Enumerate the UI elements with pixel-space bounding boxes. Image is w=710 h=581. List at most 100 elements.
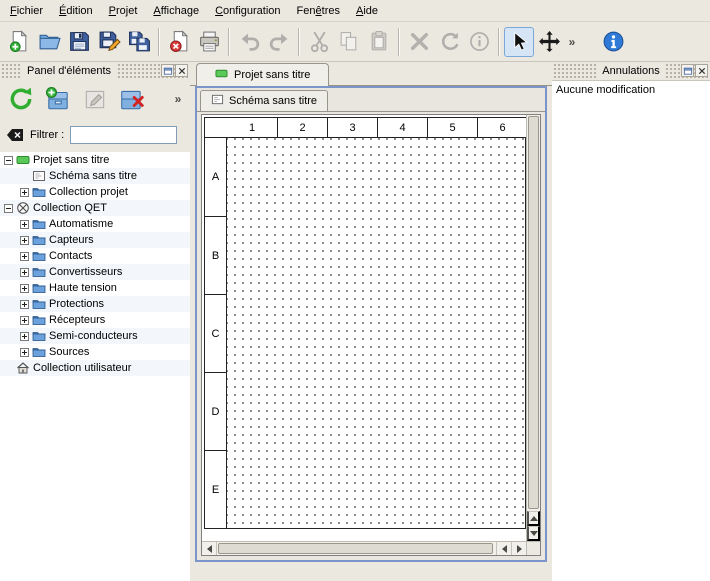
tree-item-projet-sans-titre[interactable]: Projet sans titre xyxy=(0,152,190,168)
drawer-red-cross-icon xyxy=(119,86,145,112)
row-header: D xyxy=(205,372,227,450)
about-button[interactable] xyxy=(598,27,628,57)
float-dock-button[interactable] xyxy=(161,64,174,77)
tree-item-capteurs[interactable]: Capteurs xyxy=(0,232,190,248)
expand-expander[interactable] xyxy=(20,332,29,341)
expand-expander[interactable] xyxy=(20,252,29,261)
panel-extension-button[interactable]: » xyxy=(171,85,185,113)
tree-item-convertisseurs[interactable]: Convertisseurs xyxy=(0,264,190,280)
arrow-right-icon xyxy=(517,545,522,553)
expand-expander[interactable] xyxy=(20,188,29,197)
tree-item-protections[interactable]: Protections xyxy=(0,296,190,312)
tree-item-schema-sans-titre[interactable]: Schéma sans titre xyxy=(0,168,190,184)
tree-item-automatisme[interactable]: Automatisme xyxy=(0,216,190,232)
column-header: 4 xyxy=(377,118,427,138)
menu-projet[interactable]: Projet xyxy=(101,2,146,20)
arrow-up-icon xyxy=(530,516,538,521)
expand-expander[interactable] xyxy=(20,236,29,245)
new-element-button[interactable] xyxy=(42,83,74,115)
tree-item-collection-projet[interactable]: Collection projet xyxy=(0,184,190,200)
undo-history-list[interactable]: Aucune modification xyxy=(552,80,710,581)
save-button[interactable] xyxy=(64,27,94,57)
scroll-up-button[interactable] xyxy=(527,511,540,526)
menu-configuration[interactable]: Configuration xyxy=(207,2,288,20)
vertical-scrollbar[interactable] xyxy=(526,115,540,541)
row-header: A xyxy=(205,138,227,216)
menu-edition[interactable]: Édition xyxy=(51,2,101,20)
tree-item-contacts[interactable]: Contacts xyxy=(0,248,190,264)
expand-expander[interactable] xyxy=(20,316,29,325)
tree-item-sources[interactable]: Sources xyxy=(0,344,190,360)
folder-icon xyxy=(32,265,46,279)
scroll-left-button[interactable] xyxy=(202,542,217,555)
copy-pages-icon xyxy=(338,30,361,53)
tab-projet-sans-titre[interactable]: Projet sans titre xyxy=(196,63,329,86)
float-icon xyxy=(683,66,693,76)
undo-dock-header[interactable]: Annulations xyxy=(552,62,710,80)
folder-icon xyxy=(32,233,46,247)
tree-item-label: Haute tension xyxy=(49,282,117,294)
expand-expander[interactable] xyxy=(20,284,29,293)
select-mode-button[interactable] xyxy=(504,27,534,57)
horizontal-scrollbar[interactable] xyxy=(202,541,526,555)
open-file-button[interactable] xyxy=(34,27,64,57)
float-icon xyxy=(163,66,173,76)
delete-element-button[interactable] xyxy=(116,83,148,115)
schema-icon xyxy=(211,93,224,109)
close-dock-button[interactable] xyxy=(175,64,188,77)
clear-filter-button[interactable] xyxy=(6,128,24,142)
pan-mode-button[interactable] xyxy=(534,27,564,57)
conductor-info-button xyxy=(464,27,494,57)
folder-open-icon xyxy=(38,30,61,53)
toolbar-extension-button[interactable]: » xyxy=(564,28,580,56)
save-as-button[interactable] xyxy=(94,27,124,57)
project-icon xyxy=(215,67,228,83)
diagram-view[interactable]: 1 2 3 4 5 6 A B C D E xyxy=(201,114,541,556)
filter-input[interactable] xyxy=(70,126,177,144)
scroll-left-button-2[interactable] xyxy=(496,542,511,555)
expand-expander[interactable] xyxy=(20,300,29,309)
row-header: C xyxy=(205,294,227,372)
menu-aide[interactable]: Aide xyxy=(348,2,386,20)
vertical-scrollbar-thumb[interactable] xyxy=(528,116,539,509)
tree-item-label: Automatisme xyxy=(49,218,113,230)
printer-icon xyxy=(198,30,221,53)
tree-item-haute-tension[interactable]: Haute tension xyxy=(0,280,190,296)
rotate-button xyxy=(434,27,464,57)
collapse-expander[interactable] xyxy=(4,204,13,213)
drawer-plus-icon xyxy=(45,86,71,112)
scroll-down-button[interactable] xyxy=(527,526,540,541)
float-dock-button[interactable] xyxy=(681,64,694,77)
clear-filter-icon xyxy=(6,128,24,142)
print-button[interactable] xyxy=(194,27,224,57)
tree-item-collection-utilisateur[interactable]: Collection utilisateur xyxy=(0,360,190,376)
undo-list-item[interactable]: Aucune modification xyxy=(552,81,710,99)
menu-fenetres[interactable]: Fenêtres xyxy=(289,2,348,20)
tree-item-label: Projet sans titre xyxy=(33,154,109,166)
expand-expander[interactable] xyxy=(20,220,29,229)
project-tabbar: Projet sans titre xyxy=(190,62,552,86)
filter-label: Filtrer : xyxy=(30,129,64,141)
save-all-button[interactable] xyxy=(124,27,154,57)
redo-arrow-icon xyxy=(268,30,291,53)
elements-panel-header[interactable]: Panel d'éléments xyxy=(0,62,190,80)
menu-fichier[interactable]: Fichier xyxy=(2,2,51,20)
scroll-right-button[interactable] xyxy=(511,542,526,555)
redo-button xyxy=(264,27,294,57)
reload-collections-button[interactable] xyxy=(5,83,37,115)
toolbar-separator xyxy=(298,28,300,56)
expand-expander[interactable] xyxy=(20,348,29,357)
new-file-button[interactable] xyxy=(4,27,34,57)
close-file-button[interactable] xyxy=(164,27,194,57)
expand-expander[interactable] xyxy=(20,268,29,277)
collapse-expander[interactable] xyxy=(4,156,13,165)
menu-affichage[interactable]: Affichage xyxy=(145,2,207,20)
tab-schema-sans-titre[interactable]: Schéma sans titre xyxy=(200,90,328,111)
horizontal-scrollbar-thumb[interactable] xyxy=(218,543,493,554)
tree-item-semi-conducteurs[interactable]: Semi-conducteurs xyxy=(0,328,190,344)
close-dock-button[interactable] xyxy=(695,64,708,77)
folder-icon xyxy=(32,345,46,359)
rotate-icon xyxy=(438,30,461,53)
tree-item-recepteurs[interactable]: Récepteurs xyxy=(0,312,190,328)
tree-item-collection-qet[interactable]: Collection QET xyxy=(0,200,190,216)
